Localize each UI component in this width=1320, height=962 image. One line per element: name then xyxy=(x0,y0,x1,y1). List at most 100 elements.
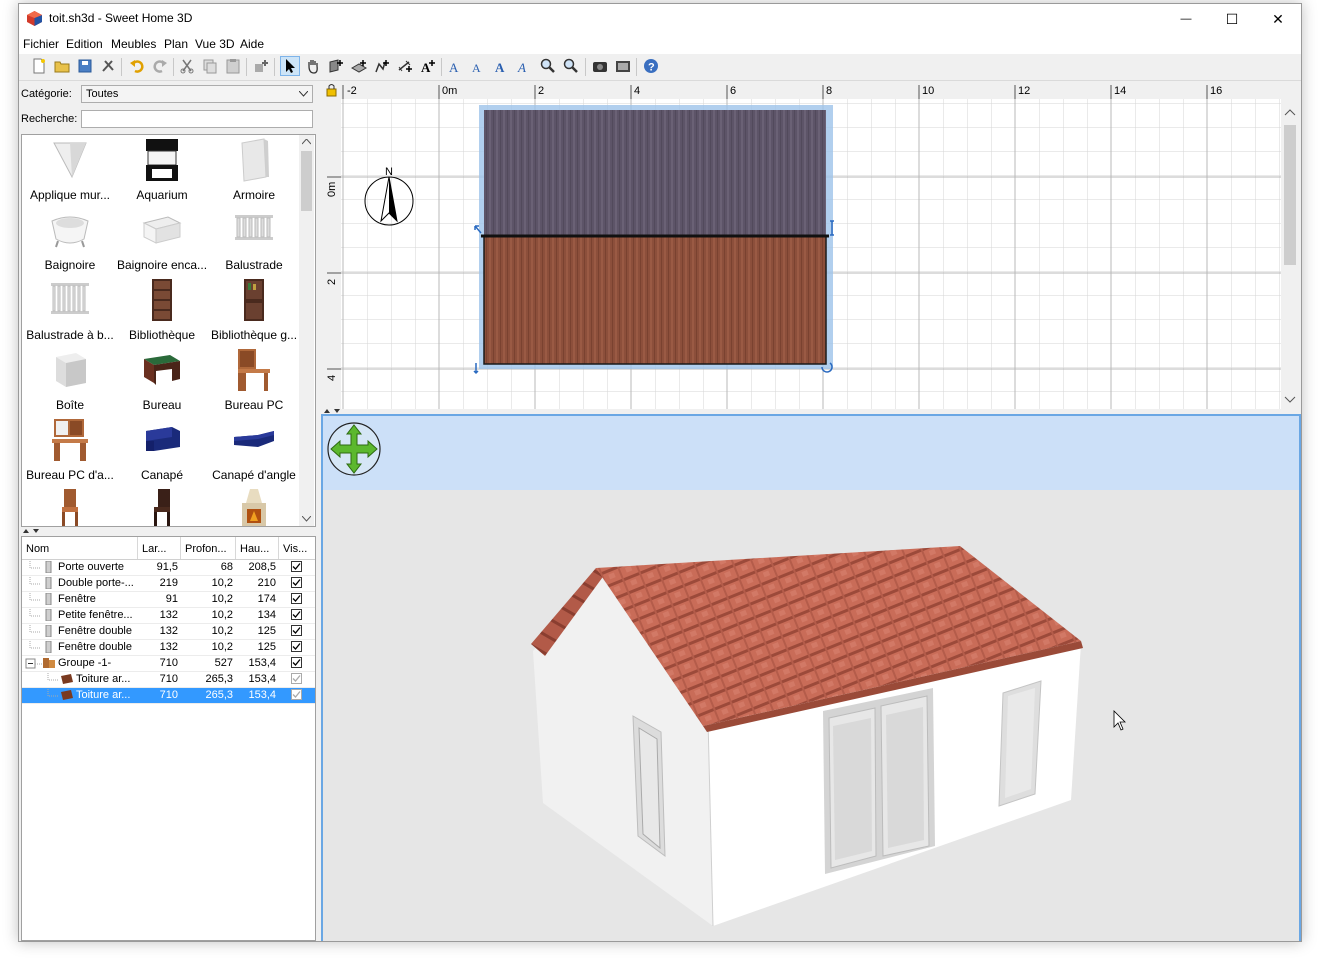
navigation-arrows-icon[interactable] xyxy=(327,422,381,476)
column-header-width[interactable]: Lar... xyxy=(138,537,181,559)
new-file-icon[interactable] xyxy=(29,56,49,76)
add-text-icon[interactable]: A xyxy=(418,56,438,76)
catalog-item-label: Bibliothèque xyxy=(128,328,196,342)
create-video-icon[interactable] xyxy=(613,56,633,76)
visible-checkbox[interactable] xyxy=(291,609,302,620)
menu-edition[interactable]: Edition xyxy=(66,37,103,51)
text-italic-icon[interactable]: A xyxy=(514,56,534,76)
visible-checkbox[interactable] xyxy=(291,689,302,700)
3d-canvas[interactable] xyxy=(323,416,1299,941)
menu-fichier[interactable]: Fichier xyxy=(23,37,59,51)
table-row[interactable]: Toiture ar... 710 265,3 153,4 xyxy=(22,672,315,688)
catalog-item[interactable]: Baignoire enca... xyxy=(116,205,208,275)
text-style-2-icon[interactable]: A xyxy=(468,56,488,76)
roof-back-plan[interactable] xyxy=(483,235,827,365)
search-input[interactable] xyxy=(81,110,313,128)
scroll-down-icon[interactable] xyxy=(302,516,311,522)
row-name: Groupe -1- xyxy=(58,657,112,669)
splitter-arrows-icon[interactable] xyxy=(22,528,42,534)
table-row[interactable]: Groupe -1- 710 527 153,4 xyxy=(22,656,315,672)
create-dimensions-icon[interactable] xyxy=(395,56,415,76)
catalog-item[interactable]: Balustrade à b... xyxy=(24,275,116,345)
add-furniture-icon[interactable] xyxy=(251,56,271,76)
menu-vue-3d[interactable]: Vue 3D xyxy=(195,37,235,51)
visible-checkbox[interactable] xyxy=(291,641,302,652)
scroll-up-icon[interactable] xyxy=(302,139,311,145)
copy-icon[interactable] xyxy=(200,56,220,76)
visible-checkbox[interactable] xyxy=(291,577,302,588)
catalog-item[interactable]: Bureau PC xyxy=(208,345,300,415)
visible-checkbox[interactable] xyxy=(291,673,302,684)
category-select[interactable]: Toutes xyxy=(81,85,313,103)
cut-preferences-icon[interactable] xyxy=(98,56,118,76)
pan-mode-icon[interactable] xyxy=(303,56,323,76)
redo-icon[interactable] xyxy=(150,56,170,76)
visible-checkbox[interactable] xyxy=(291,657,302,668)
catalog-item[interactable]: Aquarium xyxy=(116,135,208,205)
text-bold-icon[interactable]: A xyxy=(491,56,511,76)
table-row[interactable]: Fenêtre 91 10,2 174 xyxy=(22,592,315,608)
zoom-in-icon[interactable] xyxy=(538,56,558,76)
undo-icon[interactable] xyxy=(127,56,147,76)
cut-icon[interactable] xyxy=(177,56,197,76)
catalog-item[interactable]: Armoire xyxy=(208,135,300,205)
minimize-icon: — xyxy=(1180,13,1192,25)
table-row[interactable]: Petite fenêtre... 132 10,2 134 xyxy=(22,608,315,624)
plan-canvas[interactable]: -2 0m 2 4 6 8 10 12 14 16 0m 2 4 N xyxy=(321,81,1299,409)
catalog-item[interactable]: Canapé xyxy=(116,415,208,485)
menu-bar: Fichier Edition Meubles Plan Vue 3D Aide xyxy=(19,34,1301,54)
table-header: Nom Lar... Profon... Hau... Vis... xyxy=(22,537,315,560)
menu-plan[interactable]: Plan xyxy=(164,37,188,51)
table-row[interactable]: Fenêtre double 132 10,2 125 xyxy=(22,624,315,640)
close-button[interactable]: ✕ xyxy=(1255,4,1301,34)
catalog-item[interactable]: Bureau xyxy=(116,345,208,415)
3d-view[interactable] xyxy=(321,414,1301,941)
catalog-item-label: Applique mur... xyxy=(29,188,111,202)
create-photo-icon[interactable] xyxy=(590,56,610,76)
text-style-1-icon[interactable]: A xyxy=(445,56,465,76)
ruler-x-label: 10 xyxy=(922,85,934,97)
visible-checkbox[interactable] xyxy=(291,625,302,636)
catalog-item[interactable]: Bibliothèque xyxy=(116,275,208,345)
catalog-item[interactable]: Boîte xyxy=(24,345,116,415)
column-header-name[interactable]: Nom xyxy=(22,537,138,559)
column-header-height[interactable]: Hau... xyxy=(236,537,279,559)
minimize-button[interactable]: — xyxy=(1163,4,1209,34)
plan-view[interactable]: -2 0m 2 4 6 8 10 12 14 16 0m 2 4 N xyxy=(321,81,1299,409)
menu-aide[interactable]: Aide xyxy=(240,37,264,51)
paste-icon[interactable] xyxy=(223,56,243,76)
table-row[interactable]: Fenêtre double 132 10,2 125 xyxy=(22,640,315,656)
catalog-item[interactable]: Bureau PC d'a... xyxy=(24,415,116,485)
catalog-item[interactable]: Balustrade xyxy=(208,205,300,275)
create-walls-icon[interactable] xyxy=(326,56,346,76)
catalog-item[interactable] xyxy=(24,485,116,526)
table-row[interactable]: Porte ouverte 91,5 68 208,5 xyxy=(22,560,315,576)
create-rooms-icon[interactable] xyxy=(349,56,369,76)
catalog-item[interactable]: Bibliothèque g... xyxy=(208,275,300,345)
catalog-item[interactable]: Baignoire xyxy=(24,205,116,275)
create-polylines-icon[interactable] xyxy=(372,56,392,76)
ruler-y-label: 2 xyxy=(326,279,338,285)
scroll-thumb[interactable] xyxy=(301,151,312,211)
visible-checkbox[interactable] xyxy=(291,561,302,572)
visible-checkbox[interactable] xyxy=(291,593,302,604)
catalog-item[interactable] xyxy=(116,485,208,526)
catalog-item[interactable] xyxy=(208,485,300,526)
column-header-visible[interactable]: Vis... xyxy=(279,537,315,559)
catalog-scrollbar[interactable] xyxy=(299,135,314,526)
zoom-out-icon[interactable] xyxy=(561,56,581,76)
open-file-icon[interactable] xyxy=(52,56,72,76)
roof-front-plan[interactable] xyxy=(484,110,826,236)
maximize-button[interactable]: ☐ xyxy=(1209,4,1255,34)
catalog-item-label: Bureau PC d'a... xyxy=(26,468,114,482)
select-mode-icon[interactable] xyxy=(280,56,300,76)
save-icon[interactable] xyxy=(75,56,95,76)
help-icon[interactable]: ? xyxy=(641,56,661,76)
menu-meubles[interactable]: Meubles xyxy=(111,37,156,51)
table-row[interactable]: Toiture ar... 710 265,3 153,4 xyxy=(22,688,315,704)
column-header-depth[interactable]: Profon... xyxy=(181,537,236,559)
table-row[interactable]: Double porte-... 219 10,2 210 xyxy=(22,576,315,592)
plan-scroll-thumb[interactable] xyxy=(1284,125,1296,265)
catalog-item[interactable]: Canapé d'angle xyxy=(208,415,300,485)
catalog-item[interactable]: Applique mur... xyxy=(24,135,116,205)
